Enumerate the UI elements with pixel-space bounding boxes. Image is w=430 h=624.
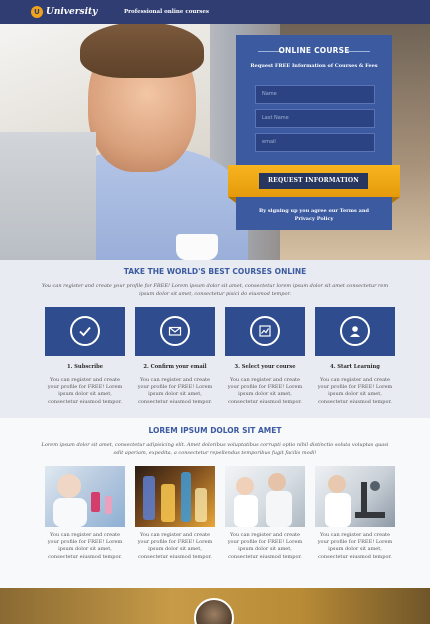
request-info-form: ONLINE COURSE Request FREE Information o… [228,35,400,230]
logo-badge-icon[interactable]: U [31,6,43,18]
step-description: You can register and create your profile… [47,377,123,405]
lab-scientist-image [53,474,112,527]
hero-cup [176,234,218,260]
check-icon [79,326,91,337]
hero-person-hair [80,24,204,78]
user-icon [350,326,360,337]
chart-icon [259,325,271,337]
name-field[interactable]: Name [255,85,375,104]
steps-section: TAKE THE WORLD'S BEST COURSES ONLINE You… [0,260,430,418]
section2-heading: LOREM IPSUM DOLOR SIT AMET [148,426,282,435]
step-circle [340,316,370,346]
last-name-field[interactable]: Last Name [255,109,375,128]
step-circle [70,316,100,346]
header-tagline: Professional online courses [124,9,209,15]
lab-flasks-image [143,472,207,522]
testimonial-banner [0,588,430,624]
lab-team-image [234,473,292,527]
section1-heading: TAKE THE WORLD'S BEST COURSES ONLINE [123,267,307,276]
card-description: You can register and create your profile… [137,532,213,560]
ribbon-fold-right [392,197,400,203]
mail-icon [168,326,182,336]
step-box-select-course[interactable] [225,307,305,356]
card-description: You can register and create your profile… [47,532,123,560]
step-box-subscribe[interactable] [45,307,125,356]
step-title: 4. Start Learning [330,364,380,370]
card-description: You can register and create your profile… [317,532,393,560]
microscope-image [325,475,385,527]
step-box-confirm-email[interactable] [135,307,215,356]
lab-photo-1[interactable] [45,466,125,527]
lab-photo-2[interactable] [135,466,215,527]
logo-text[interactable]: University [46,6,97,18]
top-navbar: U University Professional online courses [0,0,430,24]
title-divider-right [346,51,370,52]
lab-photo-4[interactable] [315,466,395,527]
step-description: You can register and create your profile… [227,377,303,405]
avatar [194,598,234,624]
email-field[interactable]: email [255,133,375,152]
lab-photo-3[interactable] [225,466,305,527]
section1-intro: You can register and create your profile… [41,283,389,297]
ribbon-fold-left [228,197,236,203]
step-description: You can register and create your profile… [137,377,213,405]
request-information-button[interactable]: REQUEST INFORMATION [259,173,368,189]
step-box-start-learning[interactable] [315,307,395,356]
hero-laptop [0,132,96,260]
section2-intro: Lorem ipsum dolor sit amet, consectetur … [41,442,389,456]
step-circle [160,316,190,346]
step-title: 1. Subscribe [66,364,104,370]
features-section: LOREM IPSUM DOLOR SIT AMET Lorem ipsum d… [0,418,430,588]
step-title: 3. Select your course [234,364,296,370]
terms-note: By signing up you agree our Terms and Pr… [259,208,369,222]
step-circle [250,316,280,346]
step-title: 2. Confirm your email [143,364,207,370]
card-description: You can register and create your profile… [227,532,303,560]
form-subtitle: Request FREE Information of Courses & Fe… [250,63,378,69]
step-description: You can register and create your profile… [317,377,393,405]
